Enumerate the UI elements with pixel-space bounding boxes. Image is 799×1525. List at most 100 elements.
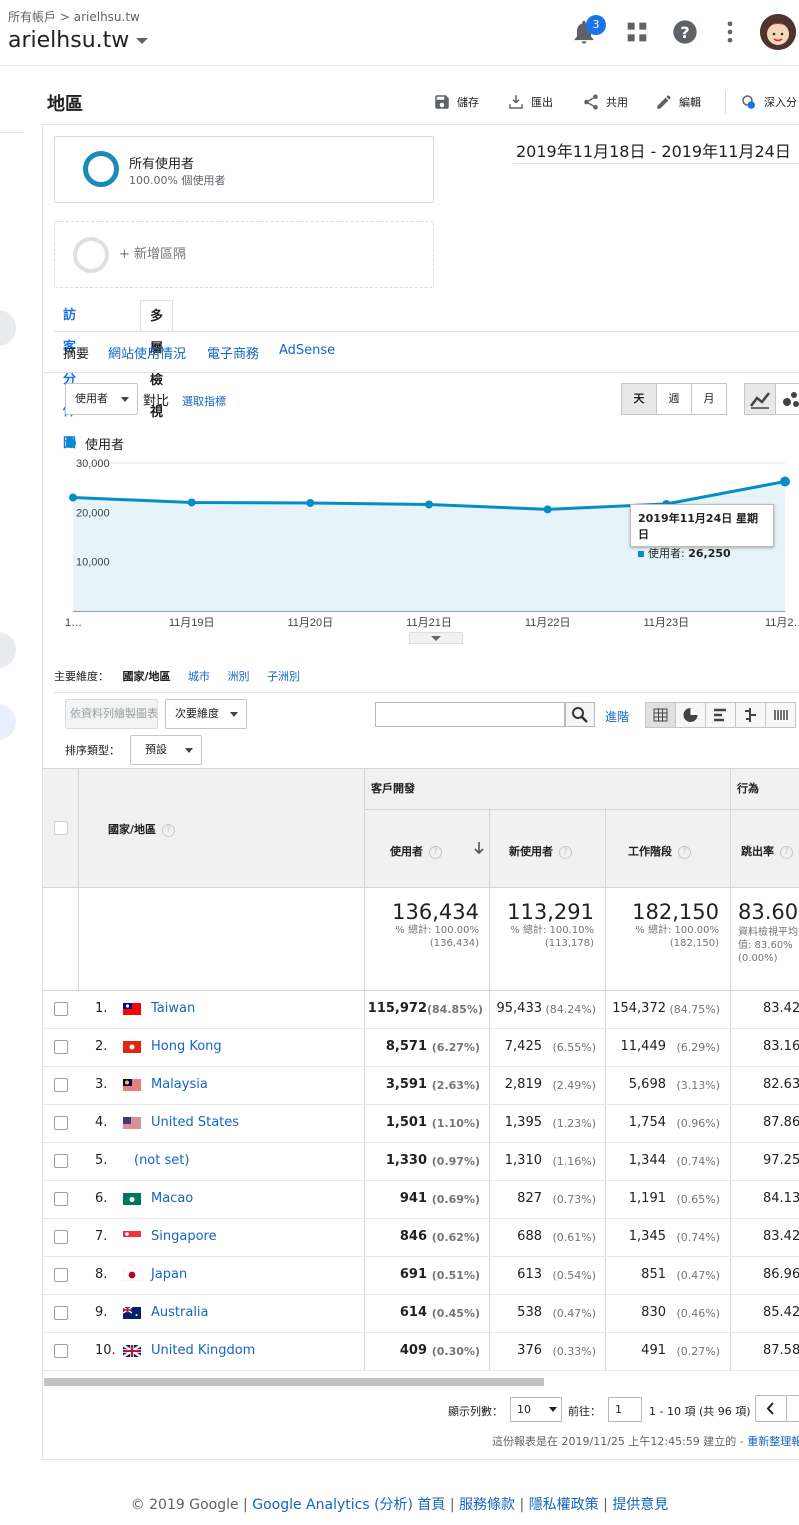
comparison-view-button[interactable] <box>735 702 766 728</box>
row-sessions: 1,191 <box>628 1191 666 1206</box>
avatar[interactable] <box>760 14 796 50</box>
month-button[interactable]: 月 <box>691 383 727 415</box>
week-button[interactable]: 週 <box>656 383 692 415</box>
dimension-option-subcontinent[interactable]: 子洲別 <box>267 670 300 683</box>
column-header-users[interactable]: 使用者? <box>390 843 442 859</box>
plot-rows-button[interactable]: 依資料列繪製圖表 <box>65 699 158 729</box>
segment-all-users[interactable]: 所有使用者 100.00% 個使用者 <box>54 136 434 203</box>
advanced-filter-link[interactable]: 進階 <box>605 708 629 725</box>
row-checkbox[interactable] <box>54 1192 68 1206</box>
breadcrumb-root[interactable]: 所有帳戶 <box>8 10 56 24</box>
row-checkbox[interactable] <box>54 1002 68 1016</box>
footer-feedback-link[interactable]: 提供意見 <box>612 1497 668 1513</box>
percentage-view-button[interactable] <box>675 702 706 728</box>
account-selector[interactable]: arielhsu.tw <box>8 28 129 53</box>
breadcrumb[interactable]: 所有帳戶 > arielhsu.tw <box>8 8 140 25</box>
tab-explorer[interactable]: 多層檢視 <box>140 300 174 420</box>
horizontal-scrollbar[interactable] <box>44 1378 544 1386</box>
footer-ga-home-link[interactable]: Google Analytics (分析) 首頁 <box>252 1497 445 1513</box>
left-nav-item[interactable] <box>0 632 16 668</box>
row-checkbox[interactable] <box>54 1306 68 1320</box>
next-page-button[interactable] <box>786 1395 799 1422</box>
subnav-adsense[interactable]: AdSense <box>279 343 335 358</box>
chart-data-point[interactable] <box>425 500 433 509</box>
column-header-bounce-rate[interactable]: 跳出率? <box>741 843 793 859</box>
subnav-summary[interactable]: 摘要 <box>63 343 89 362</box>
column-header-country[interactable]: 國家/地區? <box>108 821 176 837</box>
row-country-link[interactable]: United States <box>151 1115 239 1130</box>
secondary-dimension-dropdown[interactable]: 次要維度 <box>165 699 247 729</box>
row-country-link[interactable]: (not set) <box>134 1153 189 1168</box>
column-header-new-users[interactable]: 新使用者? <box>509 843 572 859</box>
help-icon[interactable]: ? <box>671 18 699 46</box>
singapore-flag-icon <box>123 1231 141 1243</box>
row-country-link[interactable]: Taiwan <box>151 1001 195 1016</box>
table-search-input[interactable] <box>375 702 565 727</box>
chart-data-point[interactable] <box>187 498 196 507</box>
goto-page-input[interactable]: 1 <box>608 1397 642 1422</box>
search-button[interactable] <box>565 702 595 727</box>
save-button[interactable]: 儲存 <box>433 92 479 112</box>
sort-type-dropdown[interactable]: 預設 <box>130 735 202 765</box>
add-segment-button[interactable]: + 新增區隔 <box>54 221 434 288</box>
chart-data-point[interactable] <box>69 493 77 502</box>
dimension-option-continent[interactable]: 洲別 <box>228 670 250 683</box>
row-checkbox[interactable] <box>54 1268 68 1282</box>
motion-chart-toggle[interactable] <box>775 383 799 415</box>
pivot-view-button[interactable] <box>765 702 796 728</box>
help-icon[interactable]: ? <box>678 845 691 859</box>
help-icon[interactable]: ? <box>559 845 572 859</box>
more-vert-icon[interactable] <box>716 18 744 46</box>
row-bounce-rate: 86.96% <box>763 1267 799 1282</box>
row-country-link[interactable]: United Kingdom <box>151 1343 255 1358</box>
data-table-view-button[interactable] <box>645 702 676 728</box>
day-button[interactable]: 天 <box>621 383 657 415</box>
row-country-link[interactable]: Japan <box>151 1267 187 1282</box>
export-button[interactable]: 匯出 <box>507 92 553 112</box>
row-checkbox[interactable] <box>54 1230 68 1244</box>
dimension-option-city[interactable]: 城市 <box>188 670 210 683</box>
column-header-sessions[interactable]: 工作階段? <box>628 843 691 859</box>
line-chart-toggle[interactable] <box>744 383 776 415</box>
breadcrumb-site[interactable]: arielhsu.tw <box>74 10 140 24</box>
select-all-checkbox[interactable] <box>54 821 68 835</box>
edit-button[interactable]: 編輯 <box>655 92 701 112</box>
row-country-link[interactable]: Hong Kong <box>151 1039 222 1054</box>
help-icon[interactable]: ? <box>780 845 793 859</box>
row-checkbox[interactable] <box>54 1040 68 1054</box>
left-nav-item[interactable] <box>0 310 16 346</box>
row-checkbox[interactable] <box>54 1344 68 1358</box>
share-button[interactable]: 共用 <box>582 92 628 112</box>
rows-per-page-select[interactable]: 10 <box>510 1397 562 1422</box>
prev-page-button[interactable] <box>755 1395 787 1422</box>
select-metric-link[interactable]: 選取指標 <box>182 393 226 409</box>
help-icon[interactable]: ? <box>429 845 442 859</box>
insights-button[interactable]: 深入分 <box>740 92 797 112</box>
row-checkbox[interactable] <box>54 1078 68 1092</box>
row-bounce-rate: 87.86% <box>763 1115 799 1130</box>
subnav-ecommerce[interactable]: 電子商務 <box>207 343 259 362</box>
row-country-link[interactable]: Singapore <box>151 1229 217 1244</box>
row-checkbox[interactable] <box>54 1116 68 1130</box>
date-range-picker[interactable]: 2019年11月18日 - 2019年11月24日 <box>513 138 799 164</box>
row-country-link[interactable]: Australia <box>151 1305 209 1320</box>
account-dropdown-icon[interactable] <box>136 38 148 44</box>
help-icon[interactable]: ? <box>162 823 176 837</box>
row-checkbox[interactable] <box>54 1154 68 1168</box>
row-country-link[interactable]: Malaysia <box>151 1077 208 1092</box>
tab-map-overlay[interactable]: 訪客分佈圖 <box>54 300 85 451</box>
subnav-site-usage[interactable]: 網站使用情況 <box>108 343 186 362</box>
row-country-link[interactable]: Macao <box>151 1191 193 1206</box>
refresh-report-link[interactable]: 重新整理報 <box>747 1435 799 1448</box>
apps-grid-icon[interactable] <box>623 18 651 46</box>
sort-descending-icon[interactable] <box>473 841 485 855</box>
footer-terms-link[interactable]: 服務條款 <box>459 1497 515 1513</box>
left-nav-item-active[interactable] <box>0 704 16 740</box>
chart-data-point[interactable] <box>780 476 790 487</box>
performance-view-button[interactable] <box>705 702 736 728</box>
chart-data-point[interactable] <box>543 505 552 514</box>
metric-dropdown[interactable]: 使用者 <box>65 383 138 415</box>
footer-privacy-link[interactable]: 隱私權政策 <box>529 1497 599 1513</box>
chart-collapse-handle[interactable] <box>409 632 463 644</box>
chart-data-point[interactable] <box>306 498 315 507</box>
